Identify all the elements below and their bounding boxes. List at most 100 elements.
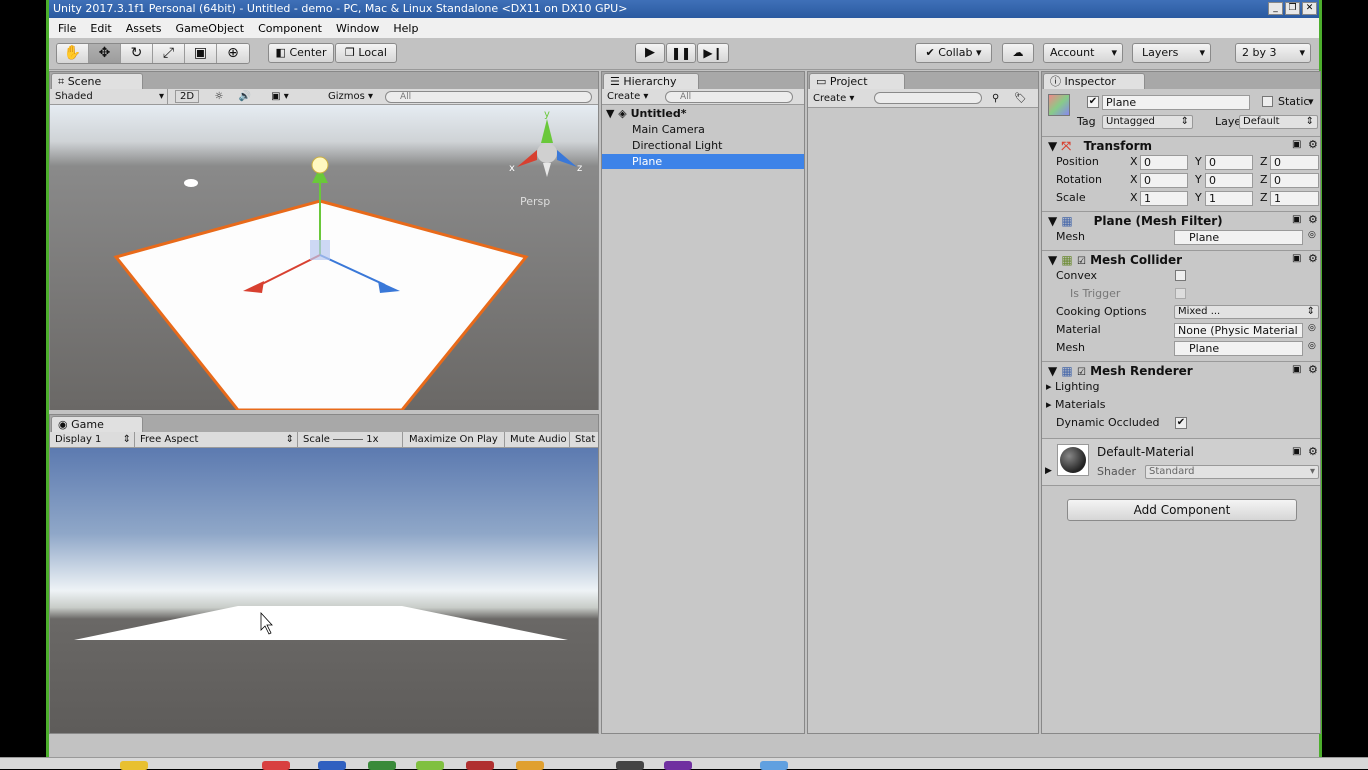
effects-toggle-icon[interactable]: ▣ ▾: [264, 89, 296, 104]
account-dropdown[interactable]: Account ▾: [1043, 43, 1123, 63]
settings-gear-icon[interactable]: ⚙: [1308, 252, 1318, 265]
directional-light-icon[interactable]: [311, 156, 329, 174]
tab-scene[interactable]: ⌗ Scene: [51, 73, 143, 89]
filter-label-icon[interactable]: 🏷: [1014, 91, 1027, 106]
scene-search-input[interactable]: All: [385, 91, 592, 103]
move-tool-icon[interactable]: ✥: [89, 44, 121, 63]
display-dropdown[interactable]: Display 1 ⇕: [55, 432, 135, 447]
help-icon[interactable]: ▣: [1292, 214, 1301, 225]
object-picker-icon[interactable]: ◎: [1308, 323, 1316, 333]
object-picker-icon[interactable]: ◎: [1308, 341, 1316, 351]
pause-button[interactable]: ❚❚: [666, 43, 696, 63]
menu-edit[interactable]: Edit: [83, 22, 118, 35]
project-create-dropdown[interactable]: Create ▾: [813, 91, 865, 106]
lighting-toggle-icon[interactable]: ☼: [208, 89, 230, 104]
mesh-field[interactable]: Plane: [1174, 230, 1303, 245]
object-picker-icon[interactable]: ◎: [1308, 230, 1316, 240]
scale-x-input[interactable]: 1: [1140, 191, 1188, 206]
physic-material-field[interactable]: None (Physic Material: [1174, 323, 1303, 338]
rect-tool-icon[interactable]: ▣: [185, 44, 217, 63]
settings-gear-icon[interactable]: ⚙: [1308, 445, 1318, 458]
pivot-local-button[interactable]: ❒ Local: [335, 43, 397, 63]
close-button[interactable]: ✕: [1302, 2, 1317, 15]
mute-audio-toggle[interactable]: Mute Audio: [510, 432, 570, 447]
shading-mode-dropdown[interactable]: Shaded ▾: [55, 89, 168, 104]
maximize-on-play-toggle[interactable]: Maximize On Play: [409, 432, 505, 447]
project-search-input[interactable]: [874, 92, 982, 104]
hierarchy-item-directional-light[interactable]: Directional Light: [602, 138, 804, 154]
transform-header[interactable]: ▼ ⤧ Transform: [1042, 136, 1320, 154]
transform-tool-icon[interactable]: ⊕: [217, 44, 249, 63]
menu-component[interactable]: Component: [251, 22, 329, 35]
maximize-button[interactable]: ❐: [1285, 2, 1300, 15]
help-icon[interactable]: ▣: [1292, 253, 1301, 264]
dynamic-occluded-checkbox[interactable]: ✔: [1175, 417, 1187, 429]
persp-label[interactable]: Persp: [520, 195, 550, 208]
mesh-renderer-enabled-checkbox[interactable]: ☑: [1077, 367, 1086, 378]
audio-toggle-icon[interactable]: 🔊: [234, 89, 256, 104]
menu-assets[interactable]: Assets: [119, 22, 169, 35]
add-component-button[interactable]: Add Component: [1067, 499, 1297, 521]
minimize-button[interactable]: _: [1268, 2, 1283, 15]
material-foldout-icon[interactable]: ▶: [1045, 466, 1052, 476]
tag-dropdown[interactable]: Untagged ⇕: [1102, 115, 1193, 129]
settings-gear-icon[interactable]: ⚙: [1308, 138, 1318, 151]
tab-game[interactable]: ◉ Game: [51, 416, 143, 432]
cooking-options-dropdown[interactable]: Mixed ... ⇕: [1174, 305, 1319, 319]
menu-help[interactable]: Help: [386, 22, 425, 35]
settings-gear-icon[interactable]: ⚙: [1308, 213, 1318, 226]
position-x-input[interactable]: 0: [1140, 155, 1188, 170]
tab-project[interactable]: ▭ Project: [809, 73, 905, 89]
hierarchy-search-input[interactable]: All: [665, 91, 793, 103]
layer-dropdown[interactable]: Default ⇕: [1239, 115, 1318, 129]
menu-gameobject[interactable]: GameObject: [169, 22, 252, 35]
2d-toggle[interactable]: 2D: [175, 90, 199, 103]
static-checkbox[interactable]: [1262, 96, 1273, 107]
shader-dropdown[interactable]: Standard ▾: [1145, 465, 1319, 479]
play-button[interactable]: ▶: [635, 43, 665, 63]
menu-file[interactable]: File: [51, 22, 83, 35]
mesh-collider-header[interactable]: ▼ ▦ ☑ Mesh Collider: [1042, 250, 1320, 268]
scale-y-input[interactable]: 1: [1205, 191, 1253, 206]
position-y-input[interactable]: 0: [1205, 155, 1253, 170]
scale-tool-icon[interactable]: ⤢: [153, 44, 185, 63]
scene-root-item[interactable]: ▼ ◈ Untitled*: [602, 106, 804, 122]
mesh-collider-enabled-checkbox[interactable]: ☑: [1077, 256, 1086, 267]
mesh-renderer-header[interactable]: ▼ ▦ ☑ Mesh Renderer: [1042, 361, 1320, 379]
mesh-filter-header[interactable]: ▼ ▦ Plane (Mesh Filter): [1042, 211, 1320, 229]
stats-toggle[interactable]: Stat: [575, 432, 599, 447]
position-z-input[interactable]: 0: [1270, 155, 1319, 170]
static-dropdown[interactable]: ▾: [1308, 95, 1314, 108]
gizmos-dropdown[interactable]: Gizmos ▾: [328, 89, 378, 104]
collider-mesh-field[interactable]: Plane: [1174, 341, 1303, 356]
rotation-y-input[interactable]: 0: [1205, 173, 1253, 188]
layout-dropdown[interactable]: 2 by 3 ▾: [1235, 43, 1311, 63]
step-button[interactable]: ▶❙: [697, 43, 729, 63]
tab-hierarchy[interactable]: ☰ Hierarchy: [603, 73, 699, 89]
lighting-foldout[interactable]: ▸ Lighting: [1046, 380, 1100, 393]
help-icon[interactable]: ▣: [1292, 364, 1301, 375]
hand-tool-icon[interactable]: ✋: [57, 44, 89, 63]
aspect-dropdown[interactable]: Free Aspect ⇕: [140, 432, 298, 447]
hierarchy-item-plane[interactable]: Plane: [602, 154, 804, 169]
hierarchy-item-main-camera[interactable]: Main Camera: [602, 122, 804, 138]
pivot-center-button[interactable]: ◧ Center: [268, 43, 334, 63]
tab-inspector[interactable]: ⓘ Inspector: [1043, 73, 1145, 89]
object-name-input[interactable]: Plane: [1102, 95, 1250, 110]
layers-dropdown[interactable]: Layers ▾: [1132, 43, 1211, 63]
rotate-tool-icon[interactable]: ↻: [121, 44, 153, 63]
is-trigger-checkbox[interactable]: [1175, 288, 1186, 299]
scale-slider[interactable]: Scale 1x: [303, 432, 403, 447]
collab-dropdown[interactable]: ✔ Collab ▾: [915, 43, 992, 63]
menu-window[interactable]: Window: [329, 22, 386, 35]
filter-type-icon[interactable]: ⚲: [992, 91, 999, 106]
rotation-z-input[interactable]: 0: [1270, 173, 1319, 188]
hierarchy-create-dropdown[interactable]: Create ▾: [607, 89, 659, 104]
scale-z-input[interactable]: 1: [1270, 191, 1319, 206]
active-checkbox[interactable]: ✔: [1087, 96, 1099, 108]
help-icon[interactable]: ▣: [1292, 139, 1301, 150]
rotation-x-input[interactable]: 0: [1140, 173, 1188, 188]
settings-gear-icon[interactable]: ⚙: [1308, 363, 1318, 376]
materials-foldout[interactable]: ▸ Materials: [1046, 398, 1105, 411]
convex-checkbox[interactable]: [1175, 270, 1186, 281]
